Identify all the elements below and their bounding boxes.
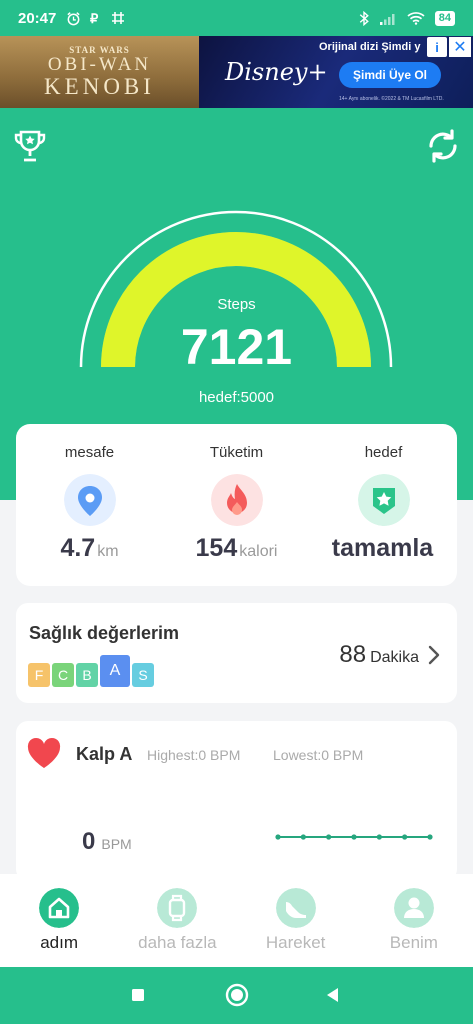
sparkline-point: [300, 834, 306, 840]
stats-card: mesafe 4.7 km Tüketim 154 kalori hedef tam…: [16, 424, 457, 586]
refresh-icon[interactable]: [423, 126, 463, 166]
heart-bpm-value: 0: [82, 828, 96, 855]
shoe-icon: [275, 888, 316, 928]
grade-badge: S: [132, 663, 154, 687]
star-badge-icon: [357, 474, 410, 526]
sparkline-point: [275, 834, 281, 840]
bluetooth-icon: [359, 10, 369, 26]
ad-top-text: Orijinal dizi Şimdi y: [319, 41, 421, 53]
stat-unit: kalori: [239, 543, 278, 560]
nav-label: Hareket: [265, 933, 326, 952]
ad-left-line1: OBI-WAN: [47, 54, 152, 75]
stat-calories[interactable]: Tüketim 154 kalori: [163, 424, 310, 586]
heart-rate-card[interactable]: Kalp A Highest:0 BPM Lowest:0 BPM 0 BPM: [16, 721, 457, 881]
p-icon: ₽: [90, 11, 99, 25]
back-triangle-icon[interactable]: [324, 986, 340, 1004]
stat-label: Tüketim: [209, 444, 264, 461]
status-time: 20:47: [18, 9, 57, 27]
grid-icon: [112, 12, 125, 24]
nav-item-adim[interactable]: adım: [0, 874, 118, 967]
stat-distance[interactable]: mesafe 4.7 km: [16, 424, 163, 586]
health-minutes-unit: Dakika: [370, 649, 419, 666]
watch-icon: [157, 888, 198, 928]
heart-icon: [27, 737, 61, 768]
nav-item-daha-fazla[interactable]: daha fazla: [118, 874, 236, 967]
health-minutes: 88 Dakika: [339, 641, 419, 669]
heart-title: Kalp A: [76, 744, 133, 764]
signal-icon: [379, 13, 395, 25]
steps-goal: hedef:5000: [198, 389, 275, 406]
heart-highest: Highest:0 BPM: [147, 747, 241, 763]
sparkline-point: [351, 834, 357, 840]
stat-label: hedef: [364, 444, 403, 461]
bottom-nav: adım daha fazla Hareket Benim: [0, 874, 473, 967]
chevron-right-icon[interactable]: [427, 644, 441, 666]
stat-value: 154: [195, 534, 238, 562]
health-title: Sağlık değerlerim: [29, 623, 180, 643]
heart-sparkline: [275, 834, 433, 840]
square-icon[interactable]: [131, 988, 145, 1002]
nav-label: Benim: [389, 933, 438, 952]
ad-left-line2: KENOBI: [44, 74, 155, 99]
circle-icon[interactable]: [225, 983, 249, 1007]
system-nav-bar: [0, 967, 473, 1024]
person-icon: [393, 888, 434, 928]
svg-text:₽: ₽: [90, 11, 99, 25]
battery-level: 84: [434, 10, 455, 26]
grade-badge: C: [52, 663, 74, 687]
stat-goal[interactable]: hedef tamamla: [310, 424, 457, 586]
nav-label: adım: [40, 933, 79, 952]
ad-image-kenobi[interactable]: STAR WARS OBI-WAN KENOBI: [0, 36, 199, 108]
heart-lowest: Lowest:0 BPM: [273, 747, 364, 763]
status-bar: 20:47 ₽ 84: [0, 0, 473, 36]
wifi-icon: [407, 12, 425, 25]
home-icon: [39, 888, 80, 928]
stat-value: 4.7: [60, 534, 96, 562]
nav-item-benim[interactable]: Benim: [355, 874, 473, 967]
sparkline-point: [402, 834, 408, 840]
sparkline-point: [326, 834, 332, 840]
trophy-icon[interactable]: [12, 128, 48, 164]
stat-label: mesafe: [64, 444, 115, 461]
alarm-icon: [67, 11, 80, 25]
sparkline-point: [427, 834, 433, 840]
ad-disney-panel[interactable]: Orijinal dizi Şimdi y Disney+ Şimdi Üye …: [199, 36, 473, 108]
steps-count: 7121: [180, 319, 293, 375]
sparkline-point: [376, 834, 382, 840]
nav-item-hareket[interactable]: Hareket: [237, 874, 355, 967]
ad-close-icon[interactable]: ✕: [449, 37, 471, 57]
health-minutes-value: 88: [339, 641, 367, 668]
flame-icon: [210, 474, 263, 526]
location-pin-icon: [63, 474, 116, 526]
grade-badge: B: [76, 663, 98, 687]
health-values-card[interactable]: Sağlık değerlerim F C B A S 88 Dakika: [16, 603, 457, 703]
nav-label: daha fazla: [138, 933, 217, 952]
grade-badge: F: [28, 663, 50, 687]
health-grades: F C B A S: [28, 655, 154, 687]
stat-unit: km: [97, 543, 119, 560]
heart-bpm-unit: BPM: [101, 836, 132, 852]
steps-label: Steps: [217, 296, 256, 313]
heart-bpm: 0 BPM: [82, 828, 132, 856]
ad-cta-button[interactable]: Şimdi Üye Ol: [339, 62, 441, 88]
stat-value: tamamla: [331, 534, 434, 562]
ad-info-icon[interactable]: i: [427, 37, 447, 57]
disney-logo: Disney+: [225, 58, 328, 86]
ad-fine-print: 14+ Aynı abonelik. ©2022 & TM Lucasfilm …: [339, 96, 444, 102]
ad-banner[interactable]: STAR WARS OBI-WAN KENOBI Orijinal dizi Ş…: [0, 36, 473, 108]
grade-badge: A: [100, 655, 130, 687]
